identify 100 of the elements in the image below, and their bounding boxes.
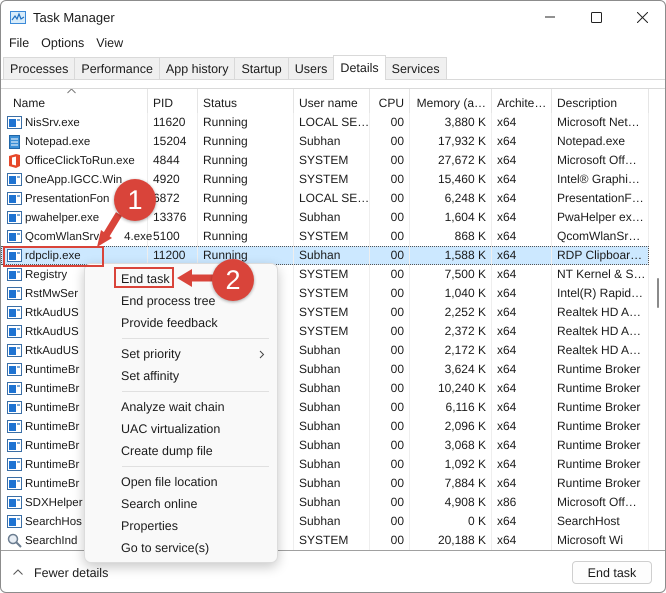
menu-item[interactable]: Analyze wait chain (121, 400, 225, 414)
tab[interactable]: Performance (74, 57, 160, 79)
table-cell: 11200 (153, 248, 186, 262)
table-cell: 00 (390, 381, 404, 395)
table-cell: Intel® Graphi… (557, 172, 640, 186)
process-name: RuntimeBr (25, 438, 80, 452)
highlight-frame (114, 267, 174, 288)
table-cell: 17,932 K (438, 134, 486, 148)
table-cell: Realtek HD A… (557, 305, 642, 319)
menu-item[interactable]: Set priority (121, 347, 181, 361)
menu-item[interactable]: UAC virtualization (121, 422, 220, 436)
process-row[interactable]: rdpclip.exe 11200 Running Subhan 00 1,588 K x64 RDP Clipboar… (1, 246, 649, 265)
process-name: RuntimeBr (25, 476, 80, 490)
column-header[interactable]: Name (1, 89, 148, 113)
table-cell: LOCAL SE… (299, 191, 370, 205)
window-icon (7, 438, 22, 453)
table-cell: Runtime Broker (557, 457, 640, 471)
notepad-icon (7, 134, 22, 149)
table-cell: 7,884 K (444, 476, 486, 490)
column-header[interactable]: Status (198, 89, 294, 113)
process-name: RstMwSer (25, 286, 78, 300)
process-name: SearchInd (25, 534, 78, 548)
process-name: RuntimeBr (25, 362, 80, 376)
table-cell: 7,500 K (444, 267, 486, 281)
column-header[interactable]: PID (148, 89, 198, 113)
column-header[interactable]: Memory (a… (410, 89, 492, 113)
table-cell: 11620 (153, 115, 186, 129)
process-name: RuntimeBr (25, 400, 80, 414)
menu-item[interactable]: Create dump file (121, 444, 213, 458)
table-cell: 868 K (454, 229, 486, 243)
table-cell: 00 (390, 514, 404, 528)
process-name: pwahelper.exe (25, 210, 100, 224)
table-cell: 5100 (153, 229, 180, 243)
table-cell: Subhan (299, 495, 340, 509)
table-cell: 00 (390, 153, 404, 167)
table-cell: PresentationF… (557, 191, 644, 205)
table-cell: x64 (497, 362, 516, 376)
table-cell: x64 (497, 267, 516, 281)
menu-item[interactable]: Properties (121, 519, 178, 533)
table-cell: Runtime Broker (557, 400, 640, 414)
window-icon (7, 115, 22, 130)
menu-item[interactable]: File (3, 36, 36, 50)
office-icon (7, 153, 22, 168)
table-cell: 1,604 K (444, 210, 486, 224)
table-cell: 4920 (153, 172, 180, 186)
tab[interactable]: Users (288, 57, 334, 79)
process-name: RuntimeBr (25, 458, 80, 472)
tab[interactable]: Services (384, 57, 447, 79)
process-row[interactable]: Notepad.exe 15204 Running Subhan 00 17,932 K x64 Notepad.exe (1, 132, 649, 151)
table-cell: x64 (497, 419, 516, 433)
table-cell: Running (203, 172, 248, 186)
table-cell: Running (203, 210, 248, 224)
column-header[interactable]: User name (294, 89, 370, 113)
menu-item[interactable]: Options (35, 36, 90, 50)
menu-item[interactable]: View (90, 36, 130, 50)
table-cell: Subhan (299, 476, 340, 490)
table-cell: 10,240 K (438, 381, 486, 395)
process-name: Registry (25, 268, 68, 282)
minimize-icon (545, 16, 555, 18)
menu-item[interactable]: Search online (121, 497, 198, 511)
table-cell: SYSTEM (299, 305, 348, 319)
process-row[interactable]: NisSrv.exe 11620 Running LOCAL SE… 00 3,880 K x64 Microsoft Net… (1, 113, 649, 132)
tab[interactable]: Details (333, 55, 386, 80)
process-name: NisSrv.exe (25, 116, 80, 130)
process-name: RuntimeBr (25, 420, 80, 434)
table-cell: x64 (497, 457, 516, 471)
menu-item[interactable]: End task (121, 272, 170, 286)
table-cell: Runtime Broker (557, 381, 640, 395)
column-header[interactable]: CPU (370, 89, 410, 113)
window-icon (7, 343, 22, 358)
table-cell: 00 (390, 343, 404, 357)
table-cell: 00 (390, 495, 404, 509)
table-cell: 00 (390, 400, 404, 414)
process-row[interactable]: OfficeClickToRun.exe 4844 Running SYSTEM 00 27,672 K x64 Microsoft Off… (1, 151, 649, 170)
scrollbar-thumb[interactable] (657, 278, 659, 308)
fewer-details-toggle[interactable]: Fewer details (13, 566, 108, 580)
process-name: RtkAudUS (25, 324, 79, 338)
table-cell: x64 (497, 286, 516, 300)
end-task-button[interactable]: End task (572, 561, 652, 584)
tab[interactable]: Processes (3, 57, 76, 79)
window-icon (7, 381, 22, 396)
window-icon (7, 172, 22, 187)
window-icon (7, 248, 22, 263)
table-cell: 4844 (153, 153, 180, 167)
table-cell: Runtime Broker (557, 438, 640, 452)
column-header[interactable]: Archite… (492, 89, 552, 113)
window-icon (7, 476, 22, 491)
tab[interactable]: Startup (234, 57, 289, 79)
table-cell: 00 (390, 248, 404, 262)
table-cell: 0 K (468, 514, 486, 528)
table-cell: 3,880 K (444, 115, 486, 129)
tab[interactable]: App history (158, 57, 236, 79)
table-cell: Microsoft Net… (557, 115, 640, 129)
table-cell: 2,252 K (444, 305, 486, 319)
process-name: QcomWlanSrv (25, 230, 100, 244)
menu-item[interactable]: Open file location (121, 475, 218, 489)
table-cell: x64 (497, 343, 516, 357)
table-cell: 00 (390, 134, 404, 148)
window-icon (7, 305, 22, 320)
column-header[interactable]: Description (552, 89, 649, 113)
